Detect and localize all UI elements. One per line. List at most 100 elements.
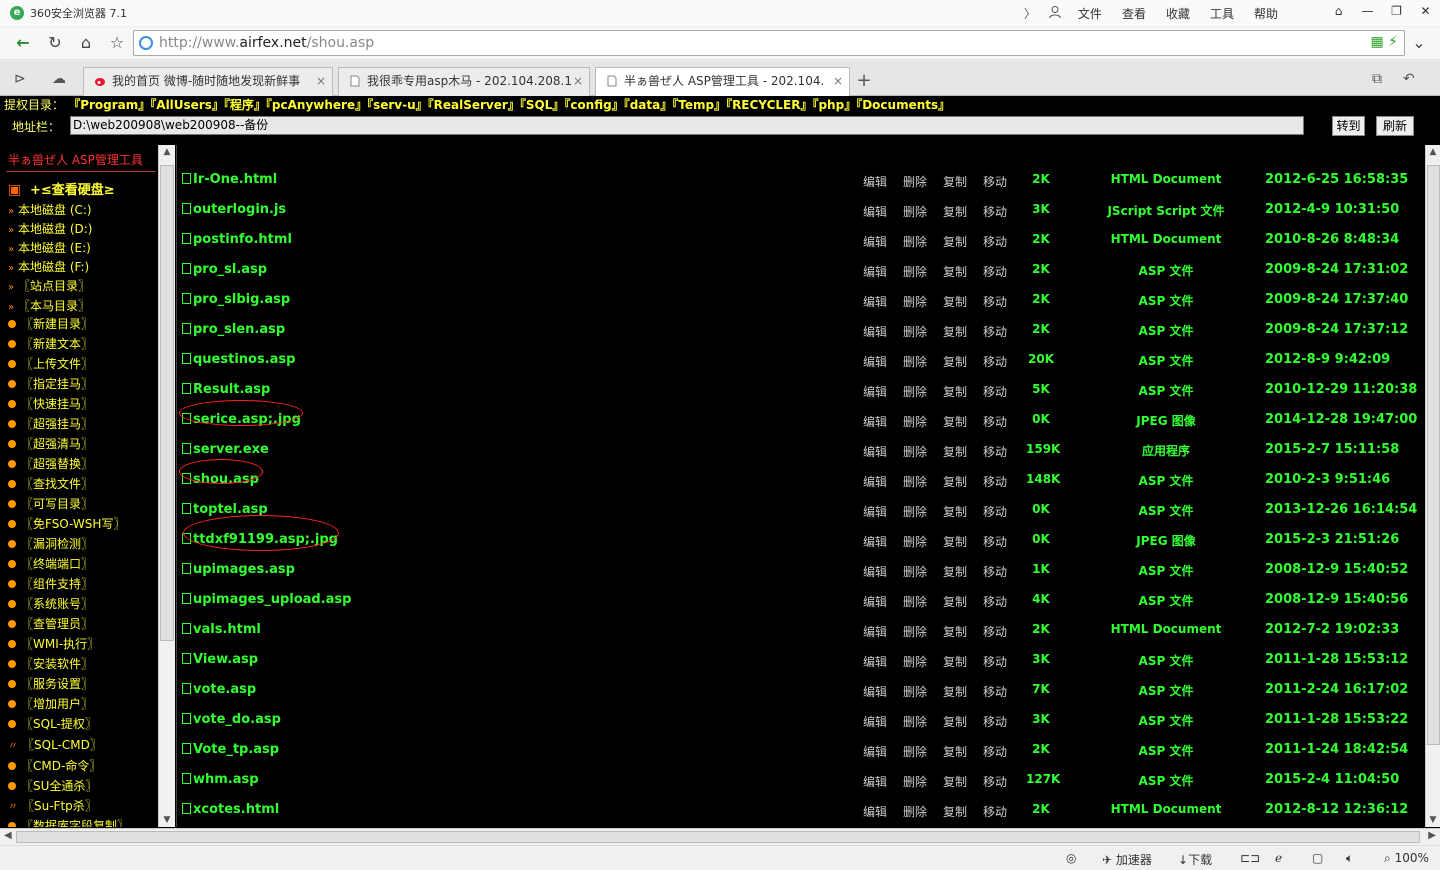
priv-dir-link[interactable]: 『Temp』 xyxy=(672,98,726,112)
tab-close-icon[interactable]: × xyxy=(316,68,326,94)
edit-link[interactable]: 编辑 xyxy=(863,803,887,820)
sidebar-toggle-icon[interactable]: ⊳ xyxy=(14,71,26,87)
url-bar[interactable]: http://www.airfex.net/shou.asp ▦ ⚡ xyxy=(133,30,1405,56)
priv-dir-link[interactable]: 『data』 xyxy=(624,98,673,112)
tool-link[interactable]: 〖CMD-命令〗 xyxy=(8,757,101,775)
scroll-thumb[interactable] xyxy=(16,831,1420,843)
scroll-down-icon[interactable]: ▼ xyxy=(161,815,173,825)
view-disks-link[interactable]: ▣ +≤查看硬盘≥ xyxy=(8,181,115,199)
ie-icon[interactable]: ℯ xyxy=(1275,851,1282,865)
tab-close-icon[interactable]: × xyxy=(573,68,583,94)
accelerator-button[interactable]: ✈ 加速器 xyxy=(1102,851,1152,868)
scroll-left-icon[interactable]: ◀ xyxy=(4,830,12,841)
priv-dir-link[interactable]: 『Documents』 xyxy=(856,98,950,112)
priv-dir-link[interactable]: 『Program』 xyxy=(68,98,150,112)
tool-link[interactable]: 〖服务设置〗 xyxy=(8,675,93,693)
drive-link[interactable]: » 本地磁盘 (C:) xyxy=(8,201,92,219)
drive-link[interactable]: » 〖本马目录〗 xyxy=(8,297,90,315)
tool-link[interactable]: 〖安装软件〗 xyxy=(8,655,93,673)
file-name-link[interactable]: xcotes.html xyxy=(182,802,279,817)
priv-dir-link[interactable]: 『程序』 xyxy=(224,98,266,112)
reload-icon[interactable]: ↻ xyxy=(43,31,67,55)
tool-link[interactable]: 〖超强清马〗 xyxy=(8,435,93,453)
reader-icon[interactable]: ⊏⊐ xyxy=(1240,851,1260,865)
undo-close-icon[interactable]: ↶ xyxy=(1403,71,1415,87)
tool-link[interactable]: 〖增加用户〗 xyxy=(8,695,93,713)
tool-link[interactable]: 〖可写目录〗 xyxy=(8,495,93,513)
menu-tools[interactable]: 工具 xyxy=(1200,5,1244,22)
priv-dir-link[interactable]: 『SQL』 xyxy=(520,98,565,112)
qr-speed-icons[interactable]: ▦ ⚡ xyxy=(1370,34,1398,50)
new-tab-button[interactable]: + xyxy=(853,71,875,93)
volume-icon[interactable]: 🔈︎ xyxy=(1346,851,1353,866)
priv-dir-link[interactable]: 『pcAnywhere』 xyxy=(266,98,367,112)
shield-icon[interactable]: ◎ xyxy=(1066,851,1076,865)
tab-weibo[interactable]: 我的首页 微博-随时随地发现新鲜事 × xyxy=(83,67,333,96)
drive-link[interactable]: » 本地磁盘 (E:) xyxy=(8,239,91,257)
tool-link[interactable]: 〖系统账号〗 xyxy=(8,595,93,613)
priv-dir-link[interactable]: 『config』 xyxy=(564,98,623,112)
tool-link[interactable]: 〃〖SQL-CMD〗 xyxy=(8,736,102,754)
tool-link[interactable]: 〖快速挂马〗 xyxy=(8,395,93,413)
home-icon[interactable]: ⌂ xyxy=(74,31,98,55)
url-text[interactable]: http://www.airfex.net/shou.asp xyxy=(159,35,374,51)
tab-asp-trojan[interactable]: 我很乖专用asp木马 - 202.104.208.1 × xyxy=(338,67,590,96)
scroll-up-icon[interactable]: ▲ xyxy=(161,147,173,157)
priv-dir-link[interactable]: 『AllUsers』 xyxy=(150,98,224,112)
scroll-thumb[interactable] xyxy=(1427,165,1440,745)
skin-icon[interactable]: ⌂ xyxy=(1324,0,1353,22)
priv-dir-link[interactable]: 『RealServer』 xyxy=(428,98,520,112)
tool-link[interactable]: 〖数据库字段复制〗 xyxy=(8,817,129,827)
menu-file[interactable]: 文件 xyxy=(1068,5,1112,22)
window-icon[interactable]: ▢ xyxy=(1312,851,1323,865)
main-scrollbar[interactable]: ▲ ▼ xyxy=(1425,145,1440,827)
left-scrollbar[interactable]: ▲ ▼ xyxy=(158,145,175,827)
tab-close-icon[interactable]: × xyxy=(833,68,843,94)
tool-link[interactable]: 〖终端端口〗 xyxy=(8,555,93,573)
star-icon[interactable]: ☆ xyxy=(105,31,129,55)
tool-link[interactable]: 〖SU全通杀〗 xyxy=(8,777,97,795)
menu-favorites[interactable]: 收藏 xyxy=(1156,5,1200,22)
path-input[interactable]: D:\web200908\web200908--备份 xyxy=(70,116,1304,135)
horizontal-scrollbar[interactable]: ◀ ▶ xyxy=(0,828,1440,845)
close-button[interactable]: ✕ xyxy=(1411,0,1440,22)
priv-dir-link[interactable]: 『php』 xyxy=(812,98,856,112)
tool-link[interactable]: 〖组件支持〗 xyxy=(8,575,93,593)
tool-link[interactable]: 〖查管理员〗 xyxy=(8,615,93,633)
zoom-control[interactable]: ⌕ 100% xyxy=(1384,851,1429,866)
tool-link[interactable]: 〖超强替换〗 xyxy=(8,455,93,473)
restore-tabs-icon[interactable]: ⧉ xyxy=(1372,71,1382,87)
priv-dir-link[interactable]: 『RECYCLER』 xyxy=(726,98,812,112)
minimize-button[interactable]: — xyxy=(1353,0,1382,22)
tool-link[interactable]: 〖新建文本〗 xyxy=(8,335,93,353)
refresh-button[interactable]: 刷新 xyxy=(1376,116,1414,136)
drive-link[interactable]: » 本地磁盘 (F:) xyxy=(8,258,89,276)
scroll-thumb[interactable] xyxy=(160,165,174,641)
tool-link[interactable]: 〖WMI-执行〗 xyxy=(8,635,99,653)
tab-asp-manager[interactable]: 半ぁ兽ぜ人 ASP管理工具 - 202.104. × xyxy=(595,67,850,97)
chevron-down-icon[interactable]: ⌄ xyxy=(1407,31,1431,55)
chevron-right-icon[interactable]: 〉 xyxy=(1018,5,1042,22)
move-link[interactable]: 移动 xyxy=(983,803,1007,820)
tool-link[interactable]: 〖免FSO-WSH写〗 xyxy=(8,515,125,533)
tool-link[interactable]: 〖超强挂马〗 xyxy=(8,415,93,433)
drive-link[interactable]: » 〖站点目录〗 xyxy=(8,277,90,295)
tool-link[interactable]: 〖上传文件〗 xyxy=(8,355,93,373)
tool-link[interactable]: 〖新建目录〗 xyxy=(8,315,93,333)
scroll-down-icon[interactable]: ▼ xyxy=(1427,815,1439,825)
tool-link[interactable]: 〖SQL-提权〗 xyxy=(8,715,97,733)
tool-link[interactable]: 〃〖Su-Ftp杀〗 xyxy=(8,797,97,815)
user-icon[interactable] xyxy=(1042,5,1068,22)
menu-view[interactable]: 查看 xyxy=(1112,5,1156,22)
delete-link[interactable]: 删除 xyxy=(903,803,927,820)
goto-button[interactable]: 转到 xyxy=(1332,116,1365,136)
tool-link[interactable]: 〖漏洞检测〗 xyxy=(8,535,93,553)
restore-button[interactable]: ❐ xyxy=(1382,0,1411,22)
download-button[interactable]: ↓下载 xyxy=(1178,851,1212,868)
menu-help[interactable]: 帮助 xyxy=(1244,5,1288,22)
copy-link[interactable]: 复制 xyxy=(943,803,967,820)
scroll-up-icon[interactable]: ▲ xyxy=(1427,147,1439,157)
priv-dir-link[interactable]: 『serv-u』 xyxy=(367,98,428,112)
drive-link[interactable]: » 本地磁盘 (D:) xyxy=(8,220,92,238)
tool-link[interactable]: 〖指定挂马〗 xyxy=(8,375,93,393)
